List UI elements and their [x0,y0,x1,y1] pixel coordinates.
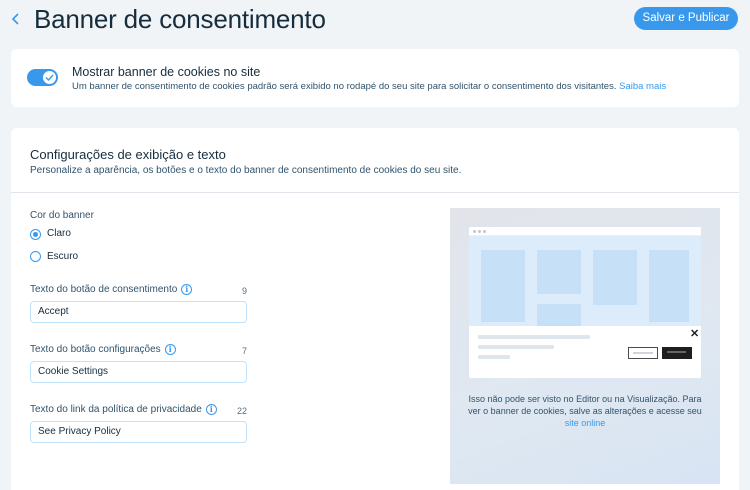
consent-button-label: Texto do botão de consentimento i [30,284,193,296]
section-description: Personalize a aparência, os botões e o t… [30,165,462,176]
browser-bar [469,227,701,236]
learn-more-link[interactable]: Saiba mais [619,81,666,92]
preview-block [593,250,637,305]
privacy-link-label-text: Texto do link da política de privacidade [30,404,202,416]
save-publish-button[interactable]: Salvar e Publicar [634,7,738,30]
toggle-description: Um banner de consentimento de cookies pa… [72,81,666,92]
settings-button-label: Texto do botão configurações i [30,344,176,355]
preview-text-line [478,345,554,349]
settings-button-label-text: Texto do botão configurações [30,344,161,356]
preview-settings-button [628,347,658,359]
preview-block [537,304,581,326]
radio-dark-label[interactable]: Escuro [47,251,78,262]
preview-browser-window: ✕ [469,227,701,378]
toggle-title: Mostrar banner de cookies no site [72,65,261,79]
browser-dot [473,230,476,233]
info-icon[interactable]: i [181,284,193,295]
preview-cookie-banner: ✕ [469,326,701,378]
preview-accept-button [662,347,692,359]
radio-light[interactable] [30,229,41,240]
privacy-link-text-input[interactable]: See Privacy Policy [30,421,247,443]
back-chevron-icon[interactable] [9,10,23,28]
preview-text-line [478,335,590,339]
privacy-link-char-count: 22 [236,406,247,416]
check-icon [45,74,54,81]
browser-dot [483,230,486,233]
settings-button-text-input[interactable]: Cookie Settings [30,361,247,383]
radio-light-label[interactable]: Claro [47,228,71,239]
consent-button-text-input[interactable]: Accept [30,301,247,323]
show-banner-toggle[interactable] [27,69,58,86]
preview-note: Isso não pode ser visto no Editor ou na … [464,393,706,429]
preview-text-line [478,355,510,359]
preview-block [481,250,525,322]
consent-button-label-text: Texto do botão de consentimento [30,284,178,296]
section-title: Configurações de exibição e texto [30,147,226,162]
radio-dark[interactable] [30,251,41,262]
page-title: Banner de consentimento [34,4,326,34]
settings-button-char-count: 7 [241,346,247,356]
toggle-knob [43,71,56,84]
info-icon[interactable]: i [205,404,217,415]
preview-block [649,250,689,322]
site-online-link[interactable]: site online [565,418,606,428]
banner-toggle-card: Mostrar banner de cookies no site Um ban… [11,49,739,107]
banner-color-label: Cor do banner [30,210,94,221]
banner-preview: ✕ Isso não pode ser visto no Editor ou n… [450,208,720,484]
preview-note-text: Isso não pode ser visto no Editor ou na … [468,394,702,416]
preview-block [537,250,581,294]
close-icon: ✕ [690,328,700,340]
privacy-link-label: Texto do link da política de privacidade… [30,404,217,415]
display-settings-card: Configurações de exibição e texto Person… [11,128,739,490]
consent-button-char-count: 9 [241,286,247,296]
preview-site-content [469,236,701,326]
divider [11,192,739,193]
browser-dot [478,230,481,233]
info-icon[interactable]: i [164,344,176,355]
toggle-description-text: Um banner de consentimento de cookies pa… [72,81,617,92]
